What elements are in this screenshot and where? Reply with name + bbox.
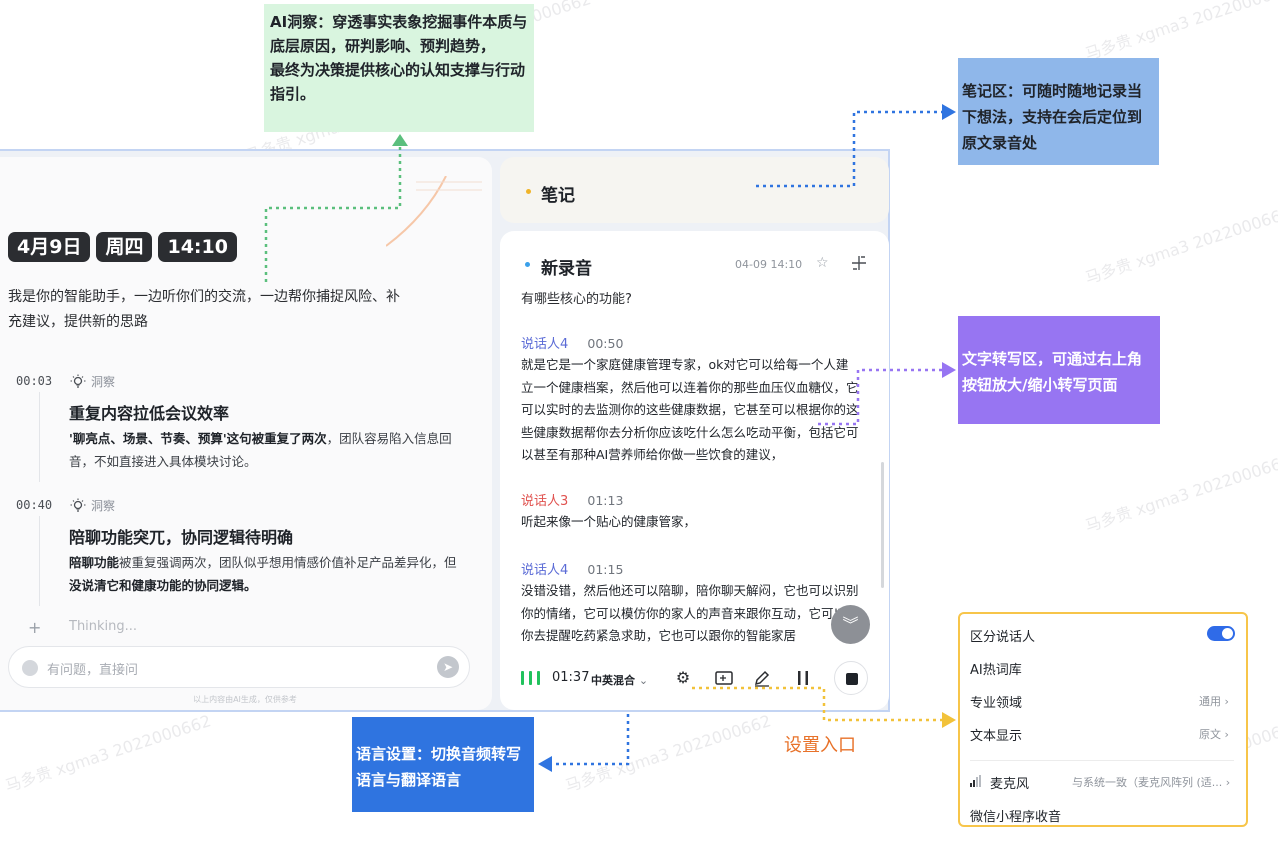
speaker-name[interactable]: 说话人3 bbox=[521, 494, 568, 509]
lightbulb-icon bbox=[70, 498, 86, 512]
date-display: 4月9日 周四 14:10 bbox=[8, 232, 237, 262]
chevron-right-icon: › bbox=[1225, 776, 1231, 789]
microphone-value[interactable]: 与系统一致（麦克风阵列 (适... › bbox=[1072, 774, 1230, 790]
chevron-right-icon: › bbox=[1224, 728, 1229, 741]
watermark: 马多贵 xgma3 2022000662 bbox=[1082, 0, 1278, 64]
notes-callout: 笔记区：可随时随地记录当下想法，支持在会后定位到原文录音处 bbox=[958, 58, 1159, 165]
recording-wave-icon bbox=[521, 671, 540, 685]
decorative-curve bbox=[386, 176, 482, 247]
toggle-knob bbox=[1222, 628, 1233, 639]
send-button[interactable]: ➤ bbox=[437, 656, 459, 678]
microphone-item[interactable]: 麦克风 bbox=[990, 773, 1029, 792]
chevron-right-icon: › bbox=[1224, 695, 1229, 708]
shrink-icon[interactable] bbox=[851, 255, 867, 271]
date-pill: 4月9日 bbox=[8, 232, 91, 262]
speaker-header: 说话人3 01:13 bbox=[521, 490, 623, 509]
assistant-intro: 我是你的智能助手，一边听你们的交流，一边帮你捕捉风险、补充建议，提供新的思路 bbox=[8, 289, 400, 330]
insight-tag-label: 洞察 bbox=[91, 375, 116, 389]
speaker-timestamp[interactable]: 01:13 bbox=[587, 493, 623, 508]
speaker-timestamp[interactable]: 01:15 bbox=[587, 562, 623, 577]
watermark: 马多贵 xgma3 2022000662 bbox=[1082, 451, 1278, 536]
scroll-down-button[interactable]: ︾ bbox=[831, 605, 870, 644]
settings-gear-icon[interactable]: ⚙ bbox=[673, 668, 693, 688]
wechat-mic-item[interactable]: 微信小程序收音 bbox=[970, 806, 1061, 825]
text-display-item[interactable]: 文本显示 bbox=[970, 725, 1022, 744]
ai-disclaimer: 以上内容由AI生成，仅供参考 bbox=[193, 695, 297, 704]
weekday-pill: 周四 bbox=[96, 232, 153, 262]
transcript-text: 听起来像一个贴心的健康管家， bbox=[521, 514, 697, 529]
chevron-down-icon: ⌄ bbox=[638, 674, 649, 687]
scrollbar[interactable] bbox=[881, 462, 884, 588]
insight-tag: 洞察 bbox=[70, 373, 115, 390]
insight-callout: AI洞察：穿透事实表象挖掘事件本质与底层原因，研判影响、预判趋势， 最终为决策提… bbox=[264, 4, 534, 132]
insight-timestamp: 00:40 bbox=[16, 498, 53, 512]
insight-title: 陪聊功能突兀，协同逻辑待明确 bbox=[69, 528, 294, 547]
recording-title: 新录音 bbox=[541, 259, 592, 279]
timeline-line bbox=[39, 516, 40, 606]
insight-body-highlight: 没说清它和健康功能的协同逻辑。 bbox=[69, 578, 257, 593]
divider bbox=[970, 760, 1234, 761]
domain-value-text: 通用 bbox=[1199, 695, 1221, 708]
speaker-name[interactable]: 说话人4 bbox=[521, 337, 568, 352]
timeline-line bbox=[39, 392, 40, 482]
settings-entry-label: 设置入口 bbox=[784, 735, 856, 756]
domain-item[interactable]: 专业领域 bbox=[970, 692, 1022, 711]
insight-body: 陪聊功能被重复强调两次，团队似乎想用情感价值补足产品差异化，但没说清它和健康功能… bbox=[69, 551, 469, 597]
language-select[interactable]: 中英混合 ⌄ bbox=[591, 672, 648, 688]
insight-tag: 洞察 bbox=[70, 497, 115, 514]
speaker-header: 说话人4 01:15 bbox=[521, 559, 623, 578]
pen-icon[interactable] bbox=[752, 668, 772, 688]
pause-icon[interactable] bbox=[793, 668, 813, 688]
ai-avatar-icon bbox=[22, 660, 38, 676]
domain-value[interactable]: 通用 › bbox=[1199, 693, 1229, 709]
insight-body-highlight: 陪聊功能 bbox=[69, 555, 120, 570]
speaker-name[interactable]: 说话人4 bbox=[521, 563, 568, 578]
microphone-value-text: 与系统一致（麦克风阵列 (适... bbox=[1072, 776, 1223, 789]
insight-body-text: 被重复强调两次，团队似乎想用情感价值补足产品差异化，但 bbox=[119, 555, 457, 570]
notes-title: 笔记 bbox=[541, 186, 575, 206]
insight-tag-label: 洞察 bbox=[91, 499, 116, 513]
speaker-timestamp[interactable]: 00:50 bbox=[587, 336, 623, 351]
speaker-split-item[interactable]: 区分说话人 bbox=[970, 626, 1035, 645]
transcript-text: 就是它是一个家庭健康管理专家，ok对它可以给每一个人建立一个健康档案，然后他可以… bbox=[521, 357, 859, 462]
recording-datetime: 04-09 14:10 bbox=[735, 258, 803, 271]
stop-icon bbox=[846, 673, 858, 685]
plus-icon[interactable]: + bbox=[28, 618, 41, 637]
notes-dot-icon bbox=[526, 189, 531, 194]
ask-input-placeholder[interactable]: 有问题，直接问 bbox=[47, 659, 138, 678]
insight-body-highlight: '聊亮点、场景、节奏、预算'这句被重复了两次 bbox=[69, 431, 327, 446]
thinking-indicator: Thinking... bbox=[69, 619, 138, 634]
speaker-header: 说话人4 00:50 bbox=[521, 333, 623, 352]
recording-elapsed: 01:37 bbox=[552, 670, 590, 685]
insight-timestamp: 00:03 bbox=[16, 374, 53, 388]
star-icon[interactable]: ☆ bbox=[816, 255, 829, 271]
transcript-question: 有哪些核心的功能? bbox=[521, 292, 632, 307]
screen-capture-icon[interactable] bbox=[714, 668, 734, 688]
watermark: 马多贵 xgma3 2022000662 bbox=[562, 711, 774, 796]
time-pill: 14:10 bbox=[158, 232, 237, 262]
text-display-value-text: 原文 bbox=[1199, 728, 1221, 741]
insight-body: '聊亮点、场景、节奏、预算'这句被重复了两次，团队容易陷入信息回音，不如直接进入… bbox=[69, 427, 469, 473]
recording-dot-icon bbox=[525, 262, 530, 267]
watermark: 马多贵 xgma3 2022000662 bbox=[1082, 203, 1278, 288]
mic-level-icon bbox=[970, 775, 981, 787]
transcript-text: 没错没错，然后他还可以陪聊，陪你聊天解闷，它也可以识别你的情绪，它可以模仿你的家… bbox=[521, 583, 859, 643]
transcribe-callout: 文字转写区，可通过右上角按钮放大/缩小转写页面 bbox=[958, 316, 1160, 424]
text-display-value[interactable]: 原文 › bbox=[1199, 726, 1229, 742]
insight-title: 重复内容拉低会议效率 bbox=[69, 404, 230, 423]
hotwords-item[interactable]: AI热词库 bbox=[970, 659, 1022, 678]
language-select-value[interactable]: 中英混合 bbox=[591, 674, 635, 687]
language-callout: 语言设置：切换音频转写语言与翻译语言 bbox=[352, 717, 534, 812]
watermark: 马多贵 xgma3 2022000662 bbox=[2, 711, 214, 796]
lightbulb-icon bbox=[70, 374, 86, 388]
